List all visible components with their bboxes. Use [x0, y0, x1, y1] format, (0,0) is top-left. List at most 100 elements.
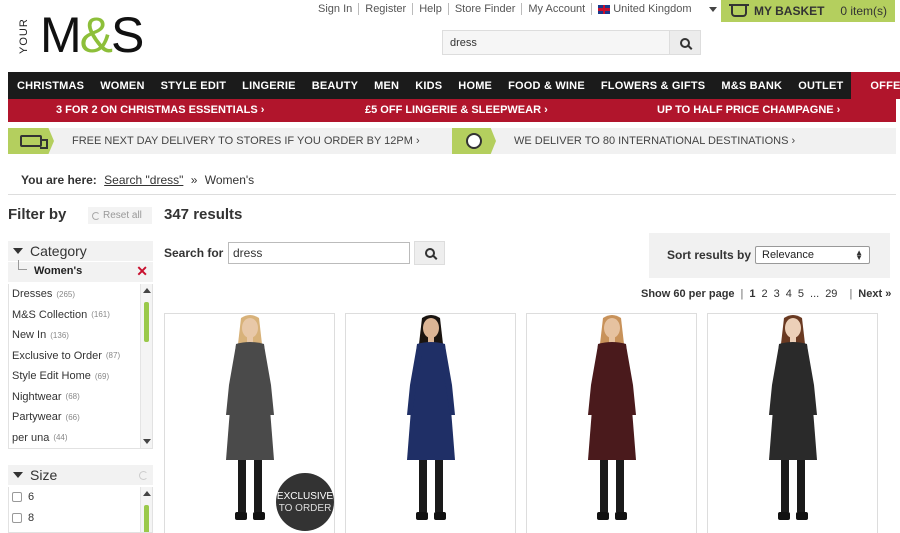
store-finder-link[interactable]: Store Finder	[449, 3, 523, 15]
reset-all-button[interactable]: Reset all	[88, 207, 152, 224]
per-page-link[interactable]: Show 60 per page	[641, 288, 735, 300]
category-facet-title: Category	[30, 243, 87, 259]
promo-link-christmas[interactable]: 3 FOR 2 ON CHRISTMAS ESSENTIALS ›	[56, 104, 264, 116]
nav-lingerie[interactable]: LINGERIE	[234, 80, 304, 92]
help-link[interactable]: Help	[413, 3, 449, 15]
category-item[interactable]: Partywear (66)	[12, 407, 152, 428]
nav-beauty[interactable]: BEAUTY	[304, 80, 366, 92]
category-list: Dresses (265) M&S Collection (161) New In(…	[8, 284, 153, 449]
sign-in-link[interactable]: Sign In	[318, 3, 360, 15]
page-link[interactable]: 1	[749, 288, 755, 300]
scroll-thumb[interactable]	[144, 505, 149, 532]
category-item[interactable]: Exclusive to Order (87)	[12, 346, 152, 367]
sort-select[interactable]: Relevance ▲ ▼	[755, 246, 870, 264]
register-link[interactable]: Register	[359, 3, 414, 15]
search-for-input[interactable]	[228, 242, 410, 264]
chevron-down-icon	[708, 6, 717, 12]
page-link[interactable]: 5	[798, 288, 804, 300]
nav-home[interactable]: HOME	[450, 80, 500, 92]
nav-offers[interactable]: OFFERS	[851, 72, 900, 99]
breadcrumb-search-link[interactable]: Search "dress"	[104, 173, 183, 187]
select-arrows-icon: ▲ ▼	[855, 248, 863, 262]
size-facet-title: Size	[30, 467, 58, 483]
category-item[interactable]: New In (136)	[12, 325, 152, 346]
breadcrumb-separator: »	[190, 173, 198, 187]
nav-food-wine[interactable]: FOOD & WINE	[500, 80, 593, 92]
my-account-link[interactable]: My Account	[522, 3, 593, 15]
country-label: United Kingdom	[613, 3, 692, 15]
main-nav: CHRISTMAS WOMEN STYLE EDIT LINGERIE BEAU…	[8, 72, 900, 99]
category-item[interactable]: per una (44)	[12, 428, 152, 449]
breadcrumb-current: Women's	[204, 173, 255, 187]
checkbox[interactable]	[12, 512, 22, 523]
nav-outlet[interactable]: OUTLET	[790, 80, 851, 92]
category-item[interactable]: M&S Collection (161)	[12, 305, 152, 326]
category-item[interactable]: Nightwear (68)	[12, 387, 152, 408]
tree-elbow-icon	[18, 260, 27, 270]
promo-bar: 3 FOR 2 ON CHRISTMAS ESSENTIALS › £5 OFF…	[8, 99, 896, 122]
breadcrumb: You are here: Search "dress" » Women's	[21, 173, 254, 187]
basket-button[interactable]: MY BASKET 0 item(s)	[721, 0, 895, 22]
promo-link-lingerie[interactable]: £5 OFF LINGERIE & SLEEPWEAR ›	[365, 104, 548, 116]
scroll-up-icon[interactable]	[143, 491, 151, 496]
nav-women[interactable]: WOMEN	[92, 80, 152, 92]
size-option[interactable]: 8	[12, 508, 152, 529]
page-link[interactable]: 2	[762, 288, 768, 300]
scroll-down-icon[interactable]	[143, 439, 151, 444]
search-for-button[interactable]	[414, 241, 445, 265]
next-page-link[interactable]: Next »	[858, 288, 891, 300]
product-card[interactable]	[707, 313, 878, 533]
sort-value: Relevance	[762, 249, 814, 261]
site-search-button[interactable]	[669, 31, 700, 54]
international-badge	[452, 128, 496, 154]
page-link[interactable]: 4	[786, 288, 792, 300]
collapse-triangle-icon	[13, 472, 23, 478]
logo-brand: M&S	[40, 7, 144, 63]
size-facet-header[interactable]: Size	[8, 465, 153, 485]
sort-panel: Sort results by Relevance ▲ ▼	[649, 233, 890, 278]
category-item[interactable]: Style Edit Home (69)	[12, 366, 152, 387]
breadcrumb-label: You are here:	[21, 173, 97, 187]
product-card[interactable]: EXCLUSIVE TO ORDER	[164, 313, 335, 533]
delivery-link-international[interactable]: WE DELIVER TO 80 INTERNATIONAL DESTINATI…	[514, 135, 795, 147]
country-selector[interactable]: United Kingdom	[592, 3, 722, 15]
scroll-up-icon[interactable]	[143, 288, 151, 293]
delivery-banner: FREE NEXT DAY DELIVERY TO STORES IF YOU …	[8, 128, 896, 154]
logo-your: YOUR	[18, 18, 30, 54]
utility-links: Sign In Register Help Store Finder My Ac…	[318, 3, 723, 15]
category-scrollbar[interactable]	[140, 284, 152, 448]
filter-title: Filter by	[8, 206, 67, 223]
product-card[interactable]	[526, 313, 697, 533]
search-for-label: Search for	[164, 246, 224, 260]
remove-filter-icon[interactable]: ✕	[136, 263, 148, 280]
selected-category: Women's ✕	[8, 260, 153, 282]
nav-style-edit[interactable]: STYLE EDIT	[153, 80, 235, 92]
reset-icon[interactable]	[139, 470, 148, 480]
nav-ms-bank[interactable]: M&S BANK	[713, 80, 790, 92]
page-link[interactable]: 3	[774, 288, 780, 300]
selected-category-label: Women's	[34, 265, 83, 277]
product-card[interactable]	[345, 313, 516, 533]
nav-kids[interactable]: KIDS	[407, 80, 450, 92]
category-facet-header[interactable]: Category	[8, 241, 153, 261]
sort-label: Sort results by	[667, 248, 752, 262]
site-search-input[interactable]	[443, 31, 669, 54]
delivery-link-stores[interactable]: FREE NEXT DAY DELIVERY TO STORES IF YOU …	[72, 135, 420, 147]
checkbox[interactable]	[12, 492, 22, 503]
size-scrollbar[interactable]	[140, 487, 152, 532]
size-option[interactable]: 6	[12, 487, 152, 508]
product-image	[407, 315, 455, 520]
scroll-thumb[interactable]	[144, 302, 149, 342]
reset-icon	[92, 211, 100, 220]
globe-icon	[466, 133, 482, 149]
nav-flowers-gifts[interactable]: FLOWERS & GIFTS	[593, 80, 713, 92]
page-link[interactable]: 29	[825, 288, 837, 300]
nav-christmas[interactable]: CHRISTMAS	[8, 80, 92, 92]
size-list: 6 8	[8, 487, 153, 533]
ms-logo[interactable]: YOUR M&S	[12, 7, 144, 63]
promo-link-champagne[interactable]: UP TO HALF PRICE CHAMPAGNE ›	[657, 104, 840, 116]
delivery-badge	[8, 128, 54, 154]
product-image	[769, 315, 817, 520]
nav-men[interactable]: MEN	[366, 80, 407, 92]
category-item[interactable]: Dresses (265)	[12, 284, 152, 305]
